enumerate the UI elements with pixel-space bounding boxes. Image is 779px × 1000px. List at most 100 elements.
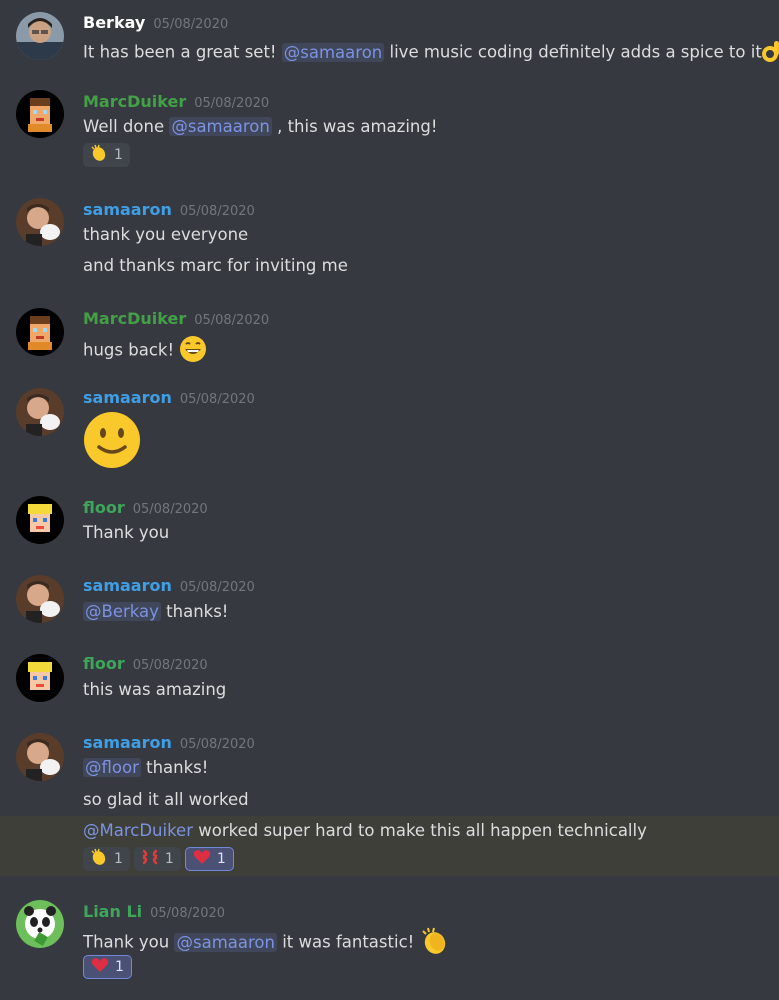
message-content: @floor thanks!	[83, 758, 208, 777]
message-content: Well done @samaaron , this was amazing!	[83, 117, 437, 136]
chat-message: MarcDuiker 05/08/2020 hugs back!	[0, 300, 779, 380]
chat-message: samaaron 05/08/2020	[0, 380, 779, 490]
chat-message: Lian Li 05/08/2020 Thank you @samaaron it…	[0, 892, 779, 1000]
clapping-hands-icon	[90, 848, 108, 870]
reaction-count: 1	[114, 147, 123, 163]
message-content: @Berkay thanks!	[83, 602, 228, 621]
chat-message: MarcDuiker 05/08/2020 Well done @samaaron…	[0, 82, 779, 182]
anger-symbol-icon	[141, 848, 159, 870]
message-text: Thank you	[83, 523, 170, 542]
chat-message-continuation: @MarcDuiker worked super hard to make th…	[0, 816, 779, 876]
username[interactable]: samaaron	[83, 576, 172, 595]
username[interactable]: samaaron	[83, 733, 172, 752]
timestamp: 05/08/2020	[153, 17, 229, 32]
chat-message: samaaron 05/08/2020 thank you everyone an…	[0, 190, 779, 300]
ok-hand-icon	[761, 39, 779, 67]
chat-message: samaaron 05/08/2020 @floor thanks! so gla…	[0, 726, 779, 816]
message-content: hugs back!	[83, 335, 207, 367]
red-heart-icon	[193, 849, 211, 869]
reaction-count: 1	[164, 851, 174, 867]
timestamp: 05/08/2020	[132, 658, 208, 673]
message-header: MarcDuiker 05/08/2020	[83, 92, 269, 111]
message-text: and thanks marc for inviting me	[83, 256, 348, 275]
timestamp: 05/08/2020	[150, 906, 226, 921]
message-header: MarcDuiker 05/08/2020	[83, 309, 269, 328]
reaction-count: 1	[115, 959, 124, 975]
reaction-heart[interactable]: 1	[83, 955, 132, 979]
username[interactable]: Lian Li	[83, 902, 142, 921]
chat-message: floor 05/08/2020 this was amazing	[0, 648, 779, 726]
message-text: Well done	[83, 117, 165, 136]
username[interactable]: MarcDuiker	[83, 92, 186, 111]
timestamp: 05/08/2020	[194, 96, 270, 111]
reaction-heart[interactable]: 1	[184, 847, 234, 871]
username[interactable]: samaaron	[83, 200, 172, 219]
message-text: thanks!	[166, 602, 229, 621]
message-text: It has been a great set!	[83, 42, 277, 62]
red-heart-icon	[91, 957, 109, 977]
username[interactable]: MarcDuiker	[83, 309, 186, 328]
message-text: worked super hard to make this all happe…	[198, 821, 647, 840]
message-header: samaaron 05/08/2020	[83, 733, 255, 752]
chat-message-list: Berkay 05/08/2020 It has been a great set…	[0, 0, 779, 1000]
message-text: so glad it all worked	[83, 790, 249, 809]
chat-message: Berkay 05/08/2020 It has been a great set…	[0, 0, 779, 82]
message-header: Lian Li 05/08/2020	[83, 902, 225, 921]
reaction-bar: 1	[83, 143, 130, 167]
message-header: floor 05/08/2020	[83, 498, 208, 517]
user-avatar[interactable]	[16, 575, 64, 623]
user-mention[interactable]: @floor	[83, 758, 141, 777]
timestamp: 05/08/2020	[179, 204, 255, 219]
message-header: samaaron 05/08/2020	[83, 576, 255, 595]
user-avatar[interactable]	[16, 733, 64, 781]
message-text: Thank you	[83, 932, 170, 952]
message-content: @MarcDuiker worked super hard to make th…	[83, 821, 647, 840]
user-avatar[interactable]	[16, 308, 64, 356]
grinning-face-icon	[179, 335, 207, 367]
message-text: thanks!	[146, 758, 209, 777]
clapping-hands-icon	[90, 144, 108, 166]
message-content: Thank you @samaaron it was fantastic!	[83, 927, 450, 959]
timestamp: 05/08/2020	[179, 392, 255, 407]
username[interactable]: samaaron	[83, 388, 172, 407]
username[interactable]: floor	[83, 498, 125, 517]
user-avatar[interactable]	[16, 388, 64, 436]
reaction-count: 1	[114, 851, 123, 867]
timestamp: 05/08/2020	[179, 737, 255, 752]
reaction-clap[interactable]: 1	[83, 143, 130, 167]
user-avatar[interactable]	[16, 90, 64, 138]
user-mention[interactable]: @Berkay	[83, 602, 161, 621]
user-avatar[interactable]	[16, 496, 64, 544]
message-text: live music coding definitely adds a spic…	[389, 42, 762, 62]
user-avatar[interactable]	[16, 198, 64, 246]
reaction-bar: 1 1 1	[83, 847, 234, 871]
user-mention[interactable]: @samaaron	[174, 932, 277, 952]
clapping-hands-icon	[420, 927, 450, 959]
user-mention[interactable]: @MarcDuiker	[83, 821, 193, 840]
user-avatar[interactable]	[16, 900, 64, 948]
reaction-clap[interactable]: 1	[83, 847, 130, 871]
username[interactable]: Berkay	[83, 13, 145, 32]
chat-message: floor 05/08/2020 Thank you	[0, 490, 779, 568]
user-avatar[interactable]	[16, 654, 64, 702]
timestamp: 05/08/2020	[179, 580, 255, 595]
message-content: It has been a great set! @samaaron live …	[83, 39, 779, 67]
user-mention[interactable]: @samaaron	[281, 42, 385, 62]
message-text: thank you everyone	[83, 225, 249, 244]
message-header: samaaron 05/08/2020	[83, 388, 255, 407]
reaction-count: 1	[216, 851, 226, 867]
username[interactable]: floor	[83, 654, 125, 673]
message-text: , this was amazing!	[277, 117, 438, 136]
reaction-bar: 1	[83, 955, 132, 979]
chat-message: samaaron 05/08/2020 @Berkay thanks!	[0, 568, 779, 648]
timestamp: 05/08/2020	[132, 502, 208, 517]
user-mention[interactable]: @samaaron	[169, 117, 272, 136]
message-text: hugs back!	[83, 340, 175, 360]
message-text: it was fantastic!	[282, 932, 415, 952]
message-header: Berkay 05/08/2020	[83, 13, 228, 32]
reaction-anger[interactable]: 1	[133, 847, 181, 871]
message-content	[83, 411, 141, 473]
slightly-smiling-face-icon	[83, 411, 141, 473]
message-text: this was amazing	[83, 680, 227, 699]
user-avatar[interactable]	[16, 12, 64, 60]
